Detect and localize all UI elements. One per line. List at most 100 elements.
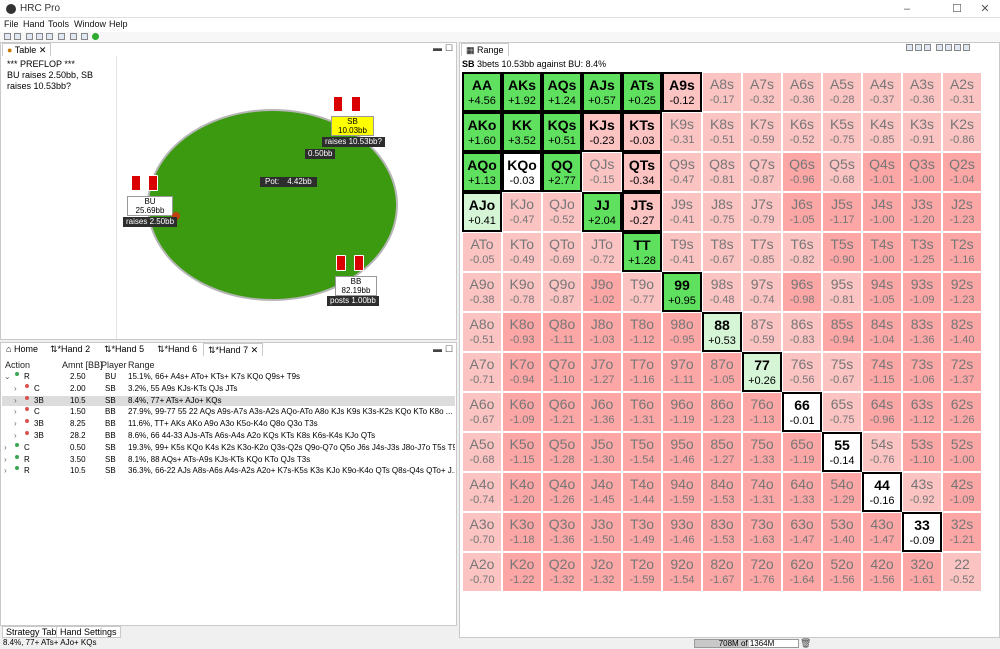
range-cell[interactable]: K2o -1.22 bbox=[502, 552, 542, 592]
range-cell[interactable]: 66 -0.01 bbox=[782, 392, 822, 432]
range-cell[interactable]: 63o -1.47 bbox=[782, 512, 822, 552]
edit-icon[interactable] bbox=[36, 33, 43, 40]
range-cell[interactable]: 82s -1.40 bbox=[942, 312, 982, 352]
range-cell[interactable]: K4o -1.20 bbox=[502, 472, 542, 512]
range-cell[interactable]: 65s -0.75 bbox=[822, 392, 862, 432]
range-cell[interactable]: Q5o -1.28 bbox=[542, 432, 582, 472]
range-cell[interactable]: J3s -1.20 bbox=[902, 192, 942, 232]
range-cell[interactable]: T7s -0.85 bbox=[742, 232, 782, 272]
range-cell[interactable]: Q4o -1.26 bbox=[542, 472, 582, 512]
run-icon[interactable] bbox=[92, 33, 99, 40]
range-cell[interactable]: JTs -0.27 bbox=[622, 192, 662, 232]
range-cell[interactable]: QTo -0.69 bbox=[542, 232, 582, 272]
range-cell[interactable]: 73s -1.06 bbox=[902, 352, 942, 392]
range-cell[interactable]: Q2s -1.04 bbox=[942, 152, 982, 192]
range-cell[interactable]: 99 +0.95 bbox=[662, 272, 702, 312]
range-cell[interactable]: A8o -0.51 bbox=[462, 312, 502, 352]
minimize-pane-icon[interactable]: ▬ bbox=[433, 344, 442, 354]
sb-seat-plate[interactable]: SB 10.03bb bbox=[331, 116, 374, 136]
folder-icon[interactable] bbox=[58, 33, 65, 40]
range-cell[interactable]: J2s -1.23 bbox=[942, 192, 982, 232]
range-cell[interactable]: T9o -0.77 bbox=[622, 272, 662, 312]
range-cell[interactable]: J9o -1.02 bbox=[582, 272, 622, 312]
maximize-pane-icon[interactable]: ☐ bbox=[445, 43, 453, 54]
maximize-pane-icon[interactable]: ☐ bbox=[445, 344, 453, 355]
bb-seat-plate[interactable]: BB 82.19bb bbox=[335, 276, 377, 296]
range-cell[interactable]: K7s -0.59 bbox=[742, 112, 782, 152]
view-weights-icon[interactable] bbox=[924, 44, 931, 51]
action-row[interactable]: › R 3.50 SB 8.1%, 88 AQs+ ATs-A9s KJs-KTs KQ… bbox=[2, 454, 455, 465]
range-cell[interactable]: J7s -0.79 bbox=[742, 192, 782, 232]
range-cell[interactable]: 93s -1.09 bbox=[902, 272, 942, 312]
maximize-button[interactable]: ☐ bbox=[942, 1, 972, 17]
tab-range[interactable]: ▦ Range bbox=[461, 43, 509, 56]
range-cell[interactable]: A2s -0.31 bbox=[942, 72, 982, 112]
range-cell[interactable]: KJo -0.47 bbox=[502, 192, 542, 232]
range-cell[interactable]: 32s -1.21 bbox=[942, 512, 982, 552]
ev-view-icon[interactable] bbox=[945, 44, 952, 51]
range-cell[interactable]: Q6s -0.96 bbox=[782, 152, 822, 192]
range-cell[interactable]: 86o -1.23 bbox=[702, 392, 742, 432]
range-cell[interactable]: TT +1.28 bbox=[622, 232, 662, 272]
range-cell[interactable]: K3s -0.91 bbox=[902, 112, 942, 152]
menu-file[interactable]: File bbox=[4, 19, 19, 29]
range-cell[interactable]: Q4s -1.01 bbox=[862, 152, 902, 192]
action-row[interactable]: › C 2.00 SB 3.2%, 55 A9s KJs-KTs QJs JTs bbox=[2, 383, 455, 394]
action-row[interactable]: › 3B 8.25 BB 11.6%, TT+ AKs AKo A9o A3o K5o-… bbox=[2, 419, 455, 429]
expand-icon[interactable]: › bbox=[4, 455, 7, 465]
range-cell[interactable]: 64o -1.33 bbox=[782, 472, 822, 512]
range-cell[interactable]: A6s -0.36 bbox=[782, 72, 822, 112]
color-scheme-icon[interactable] bbox=[936, 44, 943, 51]
range-cell[interactable]: 52o -1.56 bbox=[822, 552, 862, 592]
menu-hand[interactable]: Hand bbox=[23, 19, 45, 29]
range-cell[interactable]: A6o -0.67 bbox=[462, 392, 502, 432]
range-cell[interactable]: Q7o -1.10 bbox=[542, 352, 582, 392]
range-cell[interactable]: K3o -1.18 bbox=[502, 512, 542, 552]
range-cell[interactable]: KJs -0.23 bbox=[582, 112, 622, 152]
action-row[interactable]: ⌄ R 2.50 BU 15.1%, 66+ A4s+ ATo+ KTs+ K7s KQ… bbox=[2, 372, 455, 382]
expand-icon[interactable]: › bbox=[14, 431, 17, 441]
range-cell[interactable]: AQo +1.13 bbox=[462, 152, 502, 192]
expand-icon[interactable]: › bbox=[14, 419, 17, 429]
range-cell[interactable]: QQ +2.77 bbox=[542, 152, 582, 192]
close-window-button[interactable]: ✕ bbox=[970, 1, 1000, 17]
range-cell[interactable]: QTs -0.34 bbox=[622, 152, 662, 192]
range-cell[interactable]: 88 +0.53 bbox=[702, 312, 742, 352]
range-cell[interactable]: 82o -1.67 bbox=[702, 552, 742, 592]
tab-hand-2[interactable]: ⇅*Hand 2 bbox=[46, 343, 94, 356]
column-header-range[interactable]: Range bbox=[128, 360, 155, 370]
tab-table[interactable]: ● Table ✕ bbox=[2, 43, 52, 56]
range-cell[interactable]: A2o -0.70 bbox=[462, 552, 502, 592]
range-cell[interactable]: T8s -0.67 bbox=[702, 232, 742, 272]
range-cell[interactable]: 76o -1.13 bbox=[742, 392, 782, 432]
range-cell[interactable]: T9s -0.41 bbox=[662, 232, 702, 272]
range-cell[interactable]: J9s -0.41 bbox=[662, 192, 702, 232]
range-cell[interactable]: A5s -0.28 bbox=[822, 72, 862, 112]
range-cell[interactable]: 96s -0.98 bbox=[782, 272, 822, 312]
range-cell[interactable]: K5o -1.15 bbox=[502, 432, 542, 472]
range-cell[interactable]: AJo +0.41 bbox=[462, 192, 502, 232]
range-cell[interactable]: A4s -0.37 bbox=[862, 72, 902, 112]
range-cell[interactable]: 93o -1.46 bbox=[662, 512, 702, 552]
range-cell[interactable]: A7s -0.32 bbox=[742, 72, 782, 112]
range-cell[interactable]: J4o -1.45 bbox=[582, 472, 622, 512]
range-cell[interactable]: J6s -1.05 bbox=[782, 192, 822, 232]
range-cell[interactable]: 98s -0.48 bbox=[702, 272, 742, 312]
range-cell[interactable]: J5o -1.30 bbox=[582, 432, 622, 472]
minimize-pane-icon[interactable]: ▬ bbox=[433, 43, 442, 53]
range-cell[interactable]: 87o -1.05 bbox=[702, 352, 742, 392]
minimize-button[interactable]: – bbox=[892, 1, 922, 17]
range-cell[interactable]: T8o -1.12 bbox=[622, 312, 662, 352]
range-cell[interactable]: A9o -0.38 bbox=[462, 272, 502, 312]
range-cell[interactable]: 43s -0.92 bbox=[902, 472, 942, 512]
range-cell[interactable]: Q6o -1.21 bbox=[542, 392, 582, 432]
column-header-action[interactable]: Action bbox=[5, 360, 30, 370]
tab-hand-7[interactable]: ⇅*Hand 7 ✕ bbox=[203, 343, 264, 356]
range-cell[interactable]: 52s -1.00 bbox=[942, 432, 982, 472]
range-cell[interactable]: T7o -1.16 bbox=[622, 352, 662, 392]
range-cell[interactable]: AJs +0.57 bbox=[582, 72, 622, 112]
range-cell[interactable]: AA +4.56 bbox=[462, 72, 502, 112]
range-cell[interactable]: 92o -1.54 bbox=[662, 552, 702, 592]
range-cell[interactable]: 83s -1.36 bbox=[902, 312, 942, 352]
close-tab-icon[interactable]: ✕ bbox=[39, 45, 47, 55]
